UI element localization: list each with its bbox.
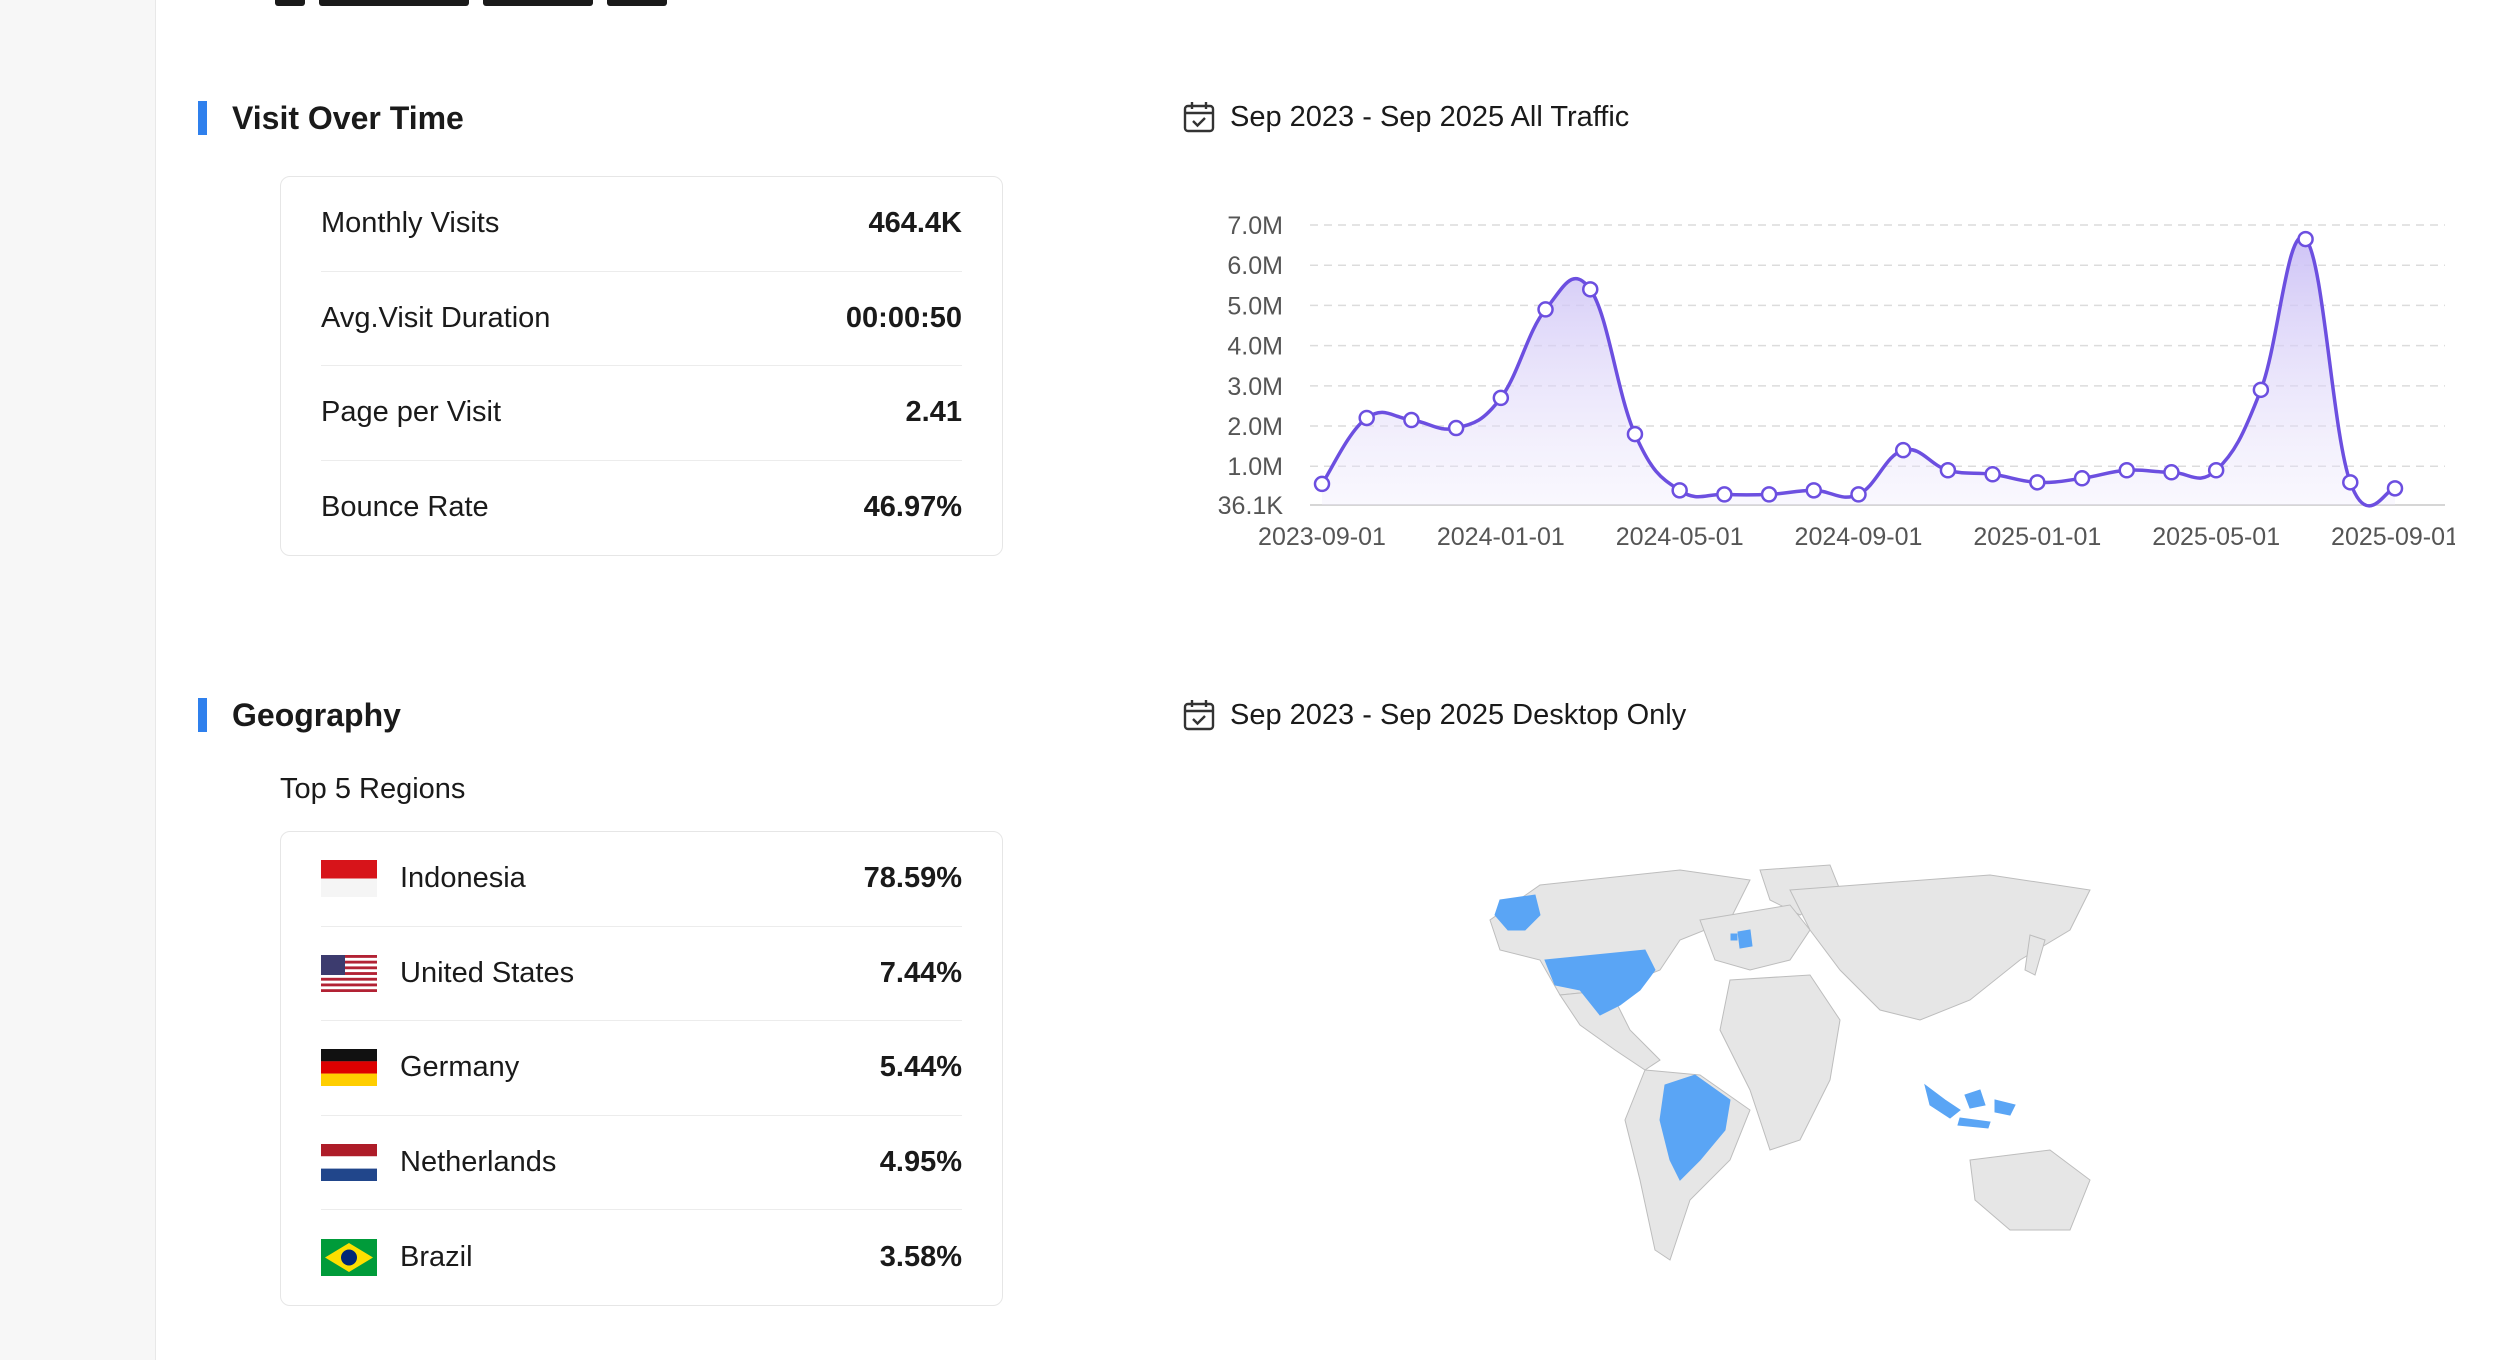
data-point[interactable]	[1492, 389, 1510, 407]
top-regions-subtitle: Top 5 Regions	[280, 773, 466, 805]
visit-date-range-text: Sep 2023 - Sep 2025 All Traffic	[1230, 101, 1630, 133]
region-value: 78.59%	[863, 862, 962, 895]
y-tick-label: 7.0M	[1227, 212, 1283, 240]
metric-value: 00:00:50	[845, 301, 962, 334]
germany-region	[1737, 929, 1753, 949]
region-row: Netherlands 4.95%	[321, 1116, 962, 1210]
region-name: Indonesia	[400, 862, 526, 895]
data-point[interactable]	[2342, 474, 2359, 491]
region-value: 7.44%	[879, 956, 962, 989]
data-point[interactable]	[1984, 466, 2001, 483]
metric-label: Avg.Visit Duration	[321, 301, 551, 334]
data-point[interactable]	[1403, 411, 1420, 429]
metric-row: Avg.Visit Duration 00:00:50	[321, 272, 962, 366]
calendar-icon	[1183, 102, 1215, 133]
y-tick-label: 6.0M	[1227, 252, 1283, 280]
brazil-flag-icon	[321, 1238, 377, 1276]
data-point[interactable]	[1671, 482, 1688, 499]
x-tick-label: 2024-01-01	[1437, 523, 1565, 551]
data-point[interactable]	[1582, 281, 1599, 298]
y-tick-label: 36.1K	[1218, 492, 1284, 520]
data-point[interactable]	[1358, 409, 1375, 427]
data-point[interactable]	[2207, 462, 2225, 479]
region-name: Brazil	[400, 1240, 473, 1273]
region-value: 5.44%	[879, 1051, 962, 1084]
cut-off-heading	[275, 0, 875, 6]
x-tick-label: 2024-05-01	[1616, 523, 1744, 551]
data-point[interactable]	[2029, 474, 2046, 491]
data-point[interactable]	[1939, 462, 1957, 479]
indonesia-region	[1964, 1089, 1986, 1109]
y-tick-label: 5.0M	[1227, 292, 1283, 320]
netherlands-region	[1730, 933, 1738, 941]
x-tick-label: 2024-09-01	[1795, 523, 1923, 551]
us-flag-icon	[321, 954, 377, 992]
data-point[interactable]	[1313, 475, 1331, 493]
y-tick-label: 4.0M	[1227, 333, 1283, 361]
germany-flag-icon	[321, 1049, 377, 1087]
regions-card: Indonesia 78.59% United States 7.44% Ger…	[280, 831, 1003, 1306]
region-value: 3.58%	[879, 1240, 962, 1273]
indonesia-flag-icon	[321, 860, 377, 898]
indonesia-region	[1994, 1099, 2016, 1116]
data-point[interactable]	[1805, 482, 1823, 499]
visit-date-range: Sep 2023 - Sep 2025 All Traffic	[1182, 99, 1629, 135]
data-point[interactable]	[2297, 230, 2314, 248]
data-point[interactable]	[1626, 425, 1644, 443]
us-region	[1544, 949, 1656, 1016]
metric-label: Page per Visit	[321, 396, 502, 429]
x-tick-label: 2025-09-01	[2331, 523, 2455, 551]
region-row: Germany 5.44%	[321, 1021, 962, 1116]
metric-label: Monthly Visits	[321, 207, 500, 240]
metric-value: 46.97%	[863, 491, 962, 524]
data-point[interactable]	[2252, 381, 2270, 399]
region-name: Netherlands	[400, 1145, 557, 1178]
region-row: Brazil 3.58%	[321, 1210, 962, 1305]
data-point[interactable]	[2163, 464, 2180, 481]
region-name: United States	[400, 956, 575, 989]
region-value: 4.95%	[879, 1145, 962, 1178]
metric-row: Monthly Visits 464.4K	[321, 177, 962, 272]
visit-over-time-title: Visit Over Time	[198, 99, 464, 137]
metric-row: Page per Visit 2.41	[321, 366, 962, 461]
x-tick-label: 2023-09-01	[1258, 523, 1386, 551]
metric-label: Bounce Rate	[321, 491, 489, 524]
region-row: Indonesia 78.59%	[321, 832, 962, 927]
indonesia-region	[1957, 1117, 1991, 1129]
indonesia-region	[1924, 1083, 1961, 1119]
y-tick-label: 1.0M	[1227, 453, 1283, 481]
metric-row: Bounce Rate 46.97%	[321, 461, 962, 556]
metric-value: 2.41	[905, 396, 962, 429]
metric-value: 464.4K	[868, 207, 962, 240]
netherlands-flag-icon	[321, 1143, 377, 1181]
data-point[interactable]	[1716, 486, 1733, 503]
geo-date-range: Sep 2023 - Sep 2025 Desktop Only	[1182, 697, 1686, 733]
calendar-icon	[1183, 700, 1215, 731]
data-point[interactable]	[2386, 480, 2404, 497]
data-point[interactable]	[2118, 462, 2135, 479]
geo-date-range-text: Sep 2023 - Sep 2025 Desktop Only	[1230, 699, 1687, 731]
data-point[interactable]	[1537, 301, 1554, 318]
geography-title: Geography	[198, 696, 401, 734]
data-point[interactable]	[1447, 419, 1465, 437]
y-tick-label: 2.0M	[1227, 413, 1283, 441]
x-tick-label: 2025-05-01	[2152, 523, 2280, 551]
visits-area-chart: 36.1K 1.0M 2.0M 3.0M 4.0M 5.0M 6.0M 7.0M 2023-09…	[1218, 212, 2455, 551]
x-tick-label: 2025-01-01	[1973, 523, 2101, 551]
map-base-land	[1489, 864, 2091, 1261]
y-tick-label: 3.0M	[1227, 373, 1283, 401]
data-point[interactable]	[1850, 486, 1867, 503]
visit-metrics-card: Monthly Visits 464.4K Avg.Visit Duration…	[280, 176, 1003, 556]
data-point[interactable]	[2073, 470, 2091, 487]
data-point[interactable]	[1894, 441, 1912, 459]
region-name: Germany	[400, 1051, 520, 1084]
region-row: United States 7.44%	[321, 927, 962, 1021]
data-point[interactable]	[1760, 486, 1778, 503]
world-map	[1489, 864, 2091, 1261]
